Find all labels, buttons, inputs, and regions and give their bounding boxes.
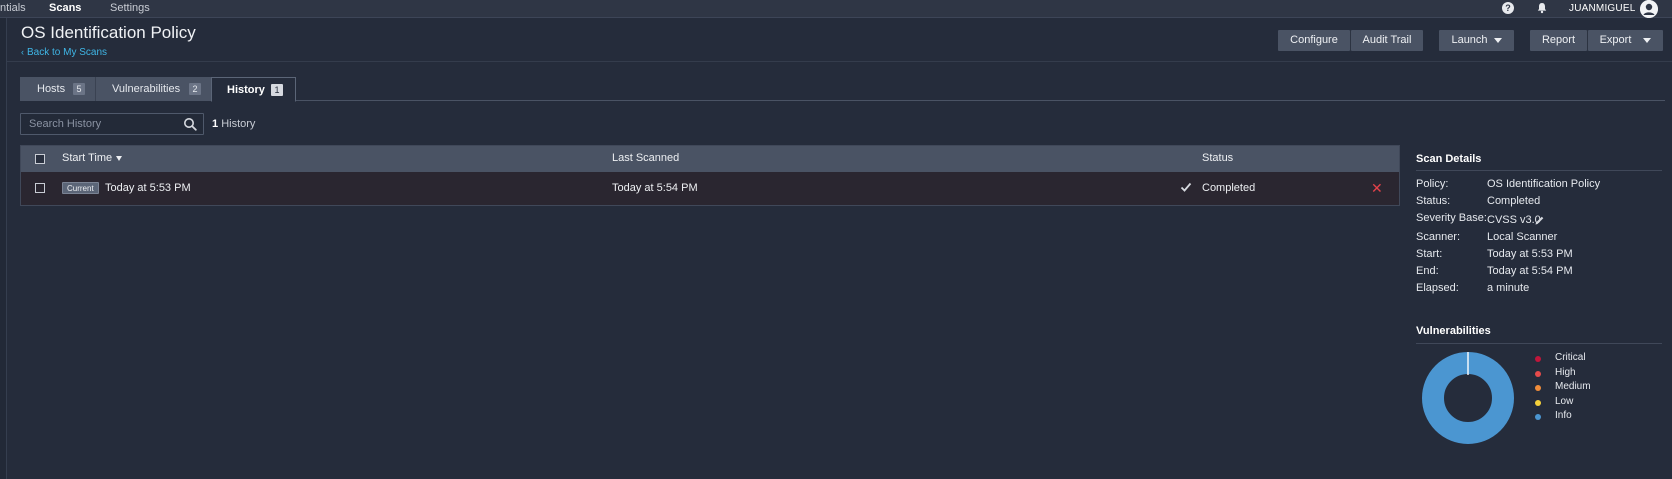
history-count: 1 History [212,118,255,130]
scan-details-divider [1416,170,1662,171]
detail-severity-key: Severity Base: [1416,212,1487,224]
detail-elapsed-key: Elapsed: [1416,282,1459,294]
table-header: Start Time Last Scanned Status [21,146,1399,172]
back-to-scans-link[interactable]: ‹ Back to My Scans [21,47,107,58]
tab-hosts-count: 5 [73,83,85,95]
user-icon [1640,0,1658,18]
detail-scanner-key: Scanner: [1416,231,1461,243]
tab-history-label: History [227,84,265,96]
column-status[interactable]: Status [1202,152,1233,164]
nav-settings[interactable]: Settings [110,2,150,14]
username[interactable]: JUANMIGUEL [1569,3,1635,14]
detail-policy-value: OS Identification Policy [1487,178,1601,190]
chevron-left-icon: ‹ [21,47,24,57]
tab-vulnerabilities-label: Vulnerabilities [112,83,181,95]
back-link-label: Back to My Scans [27,47,108,58]
search-history [20,113,204,135]
export-button-label: Export [1599,34,1632,46]
row-status: Completed [1202,182,1256,194]
help-icon[interactable]: ? [1502,2,1514,14]
configure-button[interactable]: Configure [1278,30,1350,51]
launch-button-label: Launch [1451,34,1488,46]
row-last-scanned: Today at 5:54 PM [612,182,698,194]
legend-high-dot [1535,371,1541,377]
search-icon[interactable] [183,117,197,131]
tab-history-count: 1 [271,84,283,96]
edit-pencil-icon[interactable] [1534,215,1545,226]
vulnerabilities-donut-chart[interactable] [1422,352,1514,444]
top-nav: ntials Scans Settings ? JUANMIGUEL [0,0,1672,18]
detail-status-value: Completed [1487,195,1541,207]
detail-elapsed-value: a minute [1487,282,1530,294]
detail-start-value: Today at 5:53 PM [1487,248,1573,260]
legend-critical[interactable]: Critical [1555,352,1586,363]
current-badge: Current [62,182,99,194]
tab-hosts[interactable]: Hosts 5 [20,77,95,101]
detail-scanner-value: Local Scanner [1487,231,1558,243]
header-divider [7,61,1672,62]
audit-trail-button[interactable]: Audit Trail [1351,30,1423,51]
detail-policy-key: Policy: [1416,178,1449,190]
page-left-edge [0,0,7,479]
vulnerabilities-title: Vulnerabilities [1416,325,1491,337]
detail-start-key: Start: [1416,248,1443,260]
tab-history[interactable]: History 1 [211,77,296,102]
detail-end-key: End: [1416,265,1439,277]
column-last-scanned[interactable]: Last Scanned [612,152,679,164]
scan-details-title: Scan Details [1416,153,1482,165]
tab-hosts-label: Hosts [37,83,66,95]
column-start-time[interactable]: Start Time [62,152,123,164]
export-button[interactable]: Export [1588,30,1663,51]
tab-vulnerabilities-count: 2 [189,83,201,95]
detail-severity-value: CVSS v3.0 [1487,214,1541,226]
legend-info-dot [1535,414,1541,420]
report-button[interactable]: Report [1530,30,1587,51]
launch-button[interactable]: Launch [1439,30,1514,51]
bell-icon[interactable] [1535,1,1549,15]
nav-scans[interactable]: Scans [49,2,81,14]
history-count-label: History [221,118,256,130]
avatar[interactable] [1640,0,1658,18]
row-checkbox[interactable] [35,183,45,193]
legend-medium[interactable]: Medium [1555,381,1591,392]
table-row[interactable]: Current Today at 5:53 PM Today at 5:54 P… [21,172,1399,205]
legend-critical-dot [1535,356,1541,362]
select-all-checkbox[interactable] [35,154,45,164]
caret-down-icon [1643,37,1652,43]
history-count-number: 1 [212,118,219,130]
legend-high[interactable]: High [1555,367,1576,378]
page-title: OS Identification Policy [21,23,196,42]
checkmark-icon [1180,182,1192,192]
sort-desc-icon [116,155,123,161]
caret-down-icon [1493,37,1502,43]
row-start-time: Today at 5:53 PM [105,182,191,194]
detail-end-value: Today at 5:54 PM [1487,265,1573,277]
vulnerabilities-divider [1416,343,1662,344]
column-start-time-label: Start Time [62,152,113,164]
history-table: Start Time Last Scanned Status Current T… [20,145,1400,206]
legend-medium-dot [1535,385,1541,391]
legend-low[interactable]: Low [1555,396,1573,407]
legend-info[interactable]: Info [1555,410,1572,421]
legend-low-dot [1535,400,1541,406]
nav-credentials[interactable]: ntials [0,2,26,14]
tab-vulnerabilities[interactable]: Vulnerabilities 2 [95,77,211,101]
delete-icon[interactable]: ✕ [1371,180,1383,197]
detail-status-key: Status: [1416,195,1451,207]
search-input[interactable] [21,114,181,134]
